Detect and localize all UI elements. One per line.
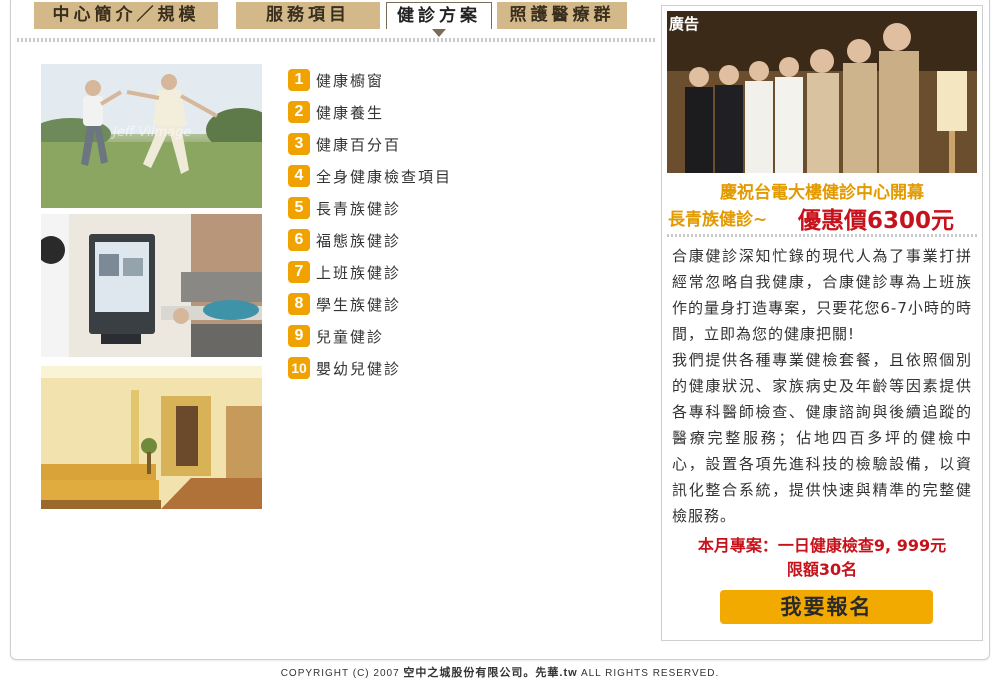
- ad-headline: 慶祝台電大樓健診中心開幕: [720, 183, 924, 203]
- footer: COPYRIGHT (C) 2007 空中之城股份有限公司。先華.tw ALL …: [0, 664, 1000, 680]
- plan-label[interactable]: 上班族健診: [316, 262, 401, 283]
- signup-button[interactable]: 我要報名: [720, 590, 933, 624]
- tab-divider: [17, 38, 655, 42]
- number-badge: 9: [288, 325, 310, 347]
- medical-scan-room-photo: [41, 214, 262, 357]
- plan-label[interactable]: 全身健康檢查項目: [316, 166, 452, 187]
- plan-item[interactable]: 10 嬰幼兒健診: [288, 352, 588, 384]
- plan-item[interactable]: 1 健康櫥窗: [288, 64, 588, 96]
- promo-limit: 限額30名: [786, 560, 858, 579]
- number-badge: 1: [288, 69, 310, 91]
- staff-team-photo[interactable]: 廣告: [667, 11, 977, 173]
- ad-tag-label: 廣告: [669, 15, 699, 33]
- ad-paragraph-2: 我們提供各種專業健檢套餐，且依照個別的健康狀況、家族病史及年齡等因素提供各專科醫…: [672, 351, 972, 525]
- ad-panel: 廣告 慶祝台電大樓健診中心開幕 長青族健診~ 優惠價6300元 合康健診深知忙錄…: [661, 5, 983, 641]
- plan-label[interactable]: 福態族健診: [316, 230, 401, 251]
- copyright-suffix: ALL RIGHTS RESERVED.: [580, 668, 720, 679]
- plan-label[interactable]: 健康養生: [316, 102, 384, 123]
- ad-promotion: 本月專案：一日健康檢查9, 999元 限額30名: [662, 534, 982, 582]
- copyright-prefix: COPYRIGHT (C) 2007: [280, 668, 400, 679]
- plan-label[interactable]: 學生族健診: [316, 294, 401, 315]
- number-badge: 10: [288, 357, 310, 379]
- company-name: 空中之城股份有限公司。先華.tw: [403, 667, 578, 679]
- ad-paragraph-1: 合康健診深知忙錄的現代人為了事業打拼經常忽略自我健康，合康健診專為上班族作的量身…: [672, 247, 972, 343]
- plan-item[interactable]: 9 兒童健診: [288, 320, 588, 352]
- clinic-waiting-hallway-photo: [41, 366, 262, 509]
- tab-services[interactable]: 服務項目: [236, 2, 380, 29]
- tab-intro[interactable]: 中心簡介／規模: [34, 2, 218, 29]
- plan-label[interactable]: 長青族健診: [316, 198, 401, 219]
- ad-description: 合康健診深知忙錄的現代人為了事業打拼經常忽略自我健康，合康健診專為上班族作的量身…: [672, 243, 972, 529]
- plan-label[interactable]: 健康百分百: [316, 134, 401, 155]
- tab-care-team[interactable]: 照護醫療群: [497, 2, 627, 29]
- number-badge: 4: [288, 165, 310, 187]
- number-badge: 7: [288, 261, 310, 283]
- promo-offer: 本月專案：一日健康檢查9, 999元: [697, 536, 947, 555]
- ad-divider: [667, 234, 977, 237]
- number-badge: 2: [288, 101, 310, 123]
- ad-subline: 長青族健診~: [668, 210, 768, 230]
- plan-item[interactable]: 4 全身健康檢查項目: [288, 160, 588, 192]
- elderly-couple-dancing-photo: Jeff Vilmage: [41, 64, 262, 208]
- ad-price: 優惠價6300元: [798, 208, 955, 234]
- plan-label[interactable]: 嬰幼兒健診: [316, 358, 401, 379]
- plan-item[interactable]: 6 福態族健診: [288, 224, 588, 256]
- plan-label[interactable]: 兒童健診: [316, 326, 384, 347]
- plan-item[interactable]: 5 長青族健診: [288, 192, 588, 224]
- tab-health-plans[interactable]: 健診方案: [386, 2, 492, 37]
- plan-label[interactable]: 健康櫥窗: [316, 70, 384, 91]
- health-plan-list: 1 健康櫥窗 2 健康養生 3 健康百分百 4 全身健康檢查項目 5 長青族健診 6 福態族…: [288, 64, 588, 384]
- plan-item[interactable]: 7 上班族健診: [288, 256, 588, 288]
- number-badge: 5: [288, 197, 310, 219]
- svg-text:Jeff Vilmage: Jeff Vilmage: [110, 125, 191, 140]
- plan-item[interactable]: 3 健康百分百: [288, 128, 588, 160]
- number-badge: 8: [288, 293, 310, 315]
- plan-item[interactable]: 2 健康養生: [288, 96, 588, 128]
- number-badge: 6: [288, 229, 310, 251]
- number-badge: 3: [288, 133, 310, 155]
- plan-item[interactable]: 8 學生族健診: [288, 288, 588, 320]
